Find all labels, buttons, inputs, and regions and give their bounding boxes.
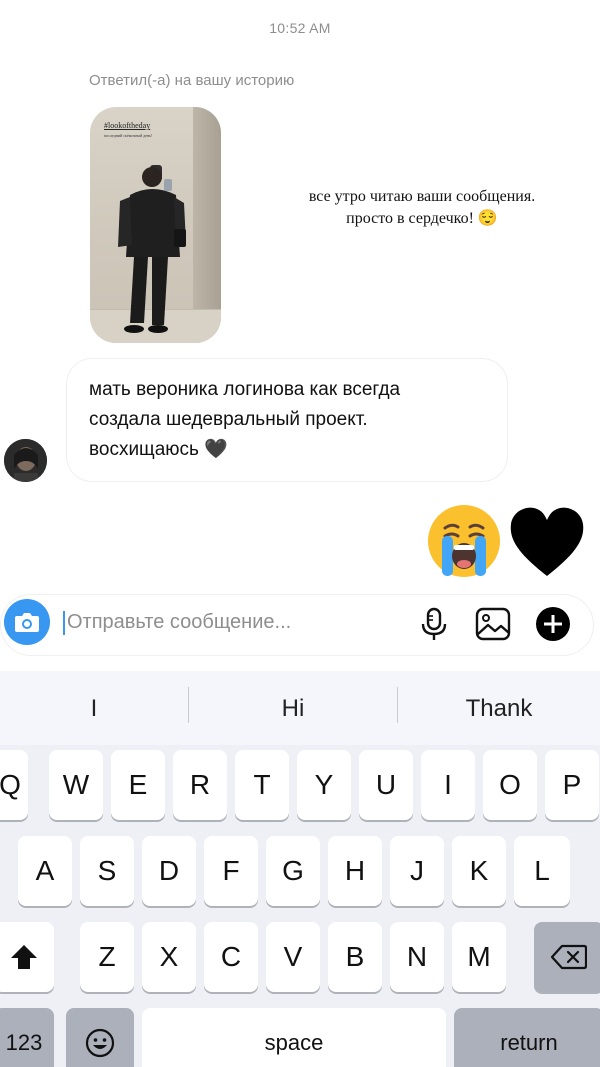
- backspace-key[interactable]: [534, 922, 600, 992]
- key-m[interactable]: M: [452, 922, 506, 992]
- key-j[interactable]: J: [390, 836, 444, 906]
- key-f[interactable]: F: [204, 836, 258, 906]
- story-reply-caption: все утро читаю ваши сообщения. просто в …: [262, 186, 582, 230]
- key-n[interactable]: N: [390, 922, 444, 992]
- story-reply-line: просто в сердечко! 😌: [346, 210, 498, 227]
- shift-icon: [11, 945, 37, 969]
- key-s[interactable]: S: [80, 836, 134, 906]
- keyboard-keys-area: Q W E R T Y U I O P A S D F G H J K L Z …: [0, 745, 600, 1067]
- key-z[interactable]: Z: [80, 922, 134, 992]
- camera-icon: [15, 613, 39, 632]
- shift-key[interactable]: [0, 922, 54, 992]
- story-reply-line: все утро читаю ваши сообщения.: [308, 188, 536, 205]
- key-x[interactable]: X: [142, 922, 196, 992]
- emoji-key[interactable]: [66, 1008, 134, 1067]
- suggestion-item[interactable]: I: [0, 671, 188, 745]
- message-timestamp: 10:52 AM: [269, 20, 331, 36]
- message-line: создала шедевральный проект.: [89, 409, 368, 430]
- key-d[interactable]: D: [142, 836, 196, 906]
- story-person-figure: [118, 165, 186, 333]
- message-input[interactable]: [67, 607, 397, 637]
- key-v[interactable]: V: [266, 922, 320, 992]
- key-o[interactable]: O: [483, 750, 537, 820]
- black-heart-emoji[interactable]: [507, 502, 587, 580]
- crying-face-emoji[interactable]: [425, 502, 503, 580]
- text-caret: [63, 611, 65, 635]
- predictive-suggestions-bar: I Hi Thank: [0, 671, 600, 745]
- key-r[interactable]: R: [173, 750, 227, 820]
- key-q[interactable]: Q: [0, 750, 28, 820]
- message-composer: [0, 594, 594, 656]
- microphone-icon[interactable]: [419, 607, 449, 641]
- key-l[interactable]: L: [514, 836, 570, 906]
- message-line: мать вероника логинова как всегда: [89, 379, 401, 400]
- key-y[interactable]: Y: [297, 750, 351, 820]
- key-t[interactable]: T: [235, 750, 289, 820]
- backspace-icon: [550, 944, 588, 970]
- ios-keyboard: I Hi Thank Q W E R T Y U I O P A S D F G…: [0, 671, 600, 1067]
- key-k[interactable]: K: [452, 836, 506, 906]
- camera-button[interactable]: [4, 599, 50, 645]
- key-g[interactable]: G: [266, 836, 320, 906]
- space-key[interactable]: space: [142, 1008, 446, 1067]
- key-c[interactable]: C: [204, 922, 258, 992]
- key-p[interactable]: P: [545, 750, 599, 820]
- replied-to-story-label: Ответил(-а) на вашу историю: [89, 72, 295, 89]
- emoji-icon: [85, 1028, 115, 1058]
- message-line: восхищаюсь 🖤: [89, 439, 228, 460]
- suggestion-item[interactable]: Hi: [189, 671, 397, 745]
- key-a[interactable]: A: [18, 836, 72, 906]
- key-u[interactable]: U: [359, 750, 413, 820]
- numbers-key[interactable]: 123: [0, 1008, 54, 1067]
- suggestion-item[interactable]: Thank: [398, 671, 600, 745]
- add-content-icon[interactable]: [536, 607, 570, 641]
- key-w[interactable]: W: [49, 750, 103, 820]
- key-i[interactable]: I: [421, 750, 475, 820]
- key-b[interactable]: B: [328, 922, 382, 992]
- story-thumbnail[interactable]: #lookoftheday последний съёмочный день!: [90, 107, 221, 343]
- avatar-photo: [4, 439, 47, 482]
- key-h[interactable]: H: [328, 836, 382, 906]
- sender-avatar[interactable]: [4, 439, 47, 482]
- incoming-message-bubble[interactable]: мать вероника логинова как всегда создал…: [66, 358, 508, 482]
- return-key[interactable]: return: [454, 1008, 600, 1067]
- gallery-icon[interactable]: [475, 607, 511, 641]
- key-e[interactable]: E: [111, 750, 165, 820]
